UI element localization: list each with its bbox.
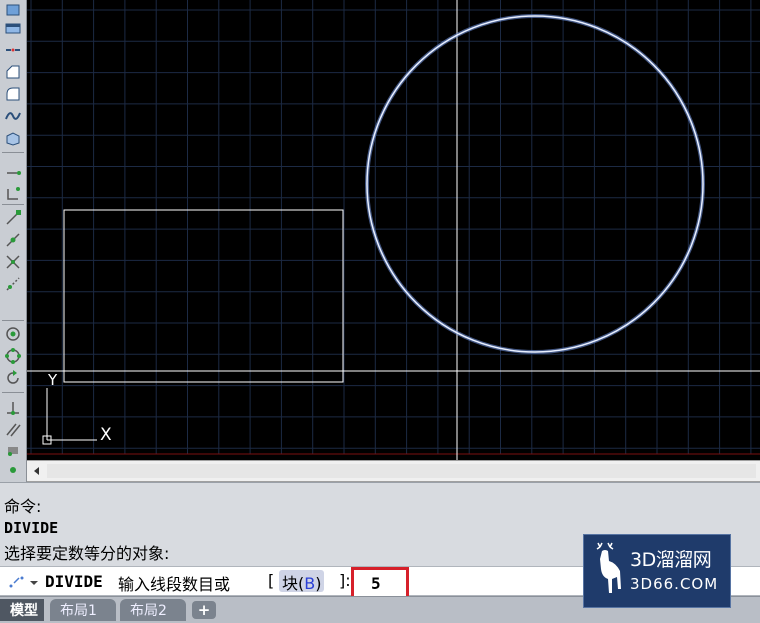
drawing-canvas: Y X — [27, 0, 760, 460]
perpendicular-snap-icon[interactable] — [3, 398, 23, 417]
tab-model[interactable]: 模型 — [0, 599, 44, 621]
extension-snap-icon[interactable] — [3, 274, 23, 293]
toolbar-separator — [2, 152, 24, 153]
ucs-x-label: X — [100, 425, 112, 445]
tangent-snap-icon[interactable] — [3, 368, 23, 387]
intersection-snap-icon[interactable] — [3, 252, 23, 271]
toolbar-separator — [2, 320, 24, 321]
spline-tool-icon[interactable] — [3, 106, 23, 125]
command-customize-icon[interactable] — [6, 573, 40, 591]
toolbar-separator — [2, 392, 24, 393]
drawing-viewport[interactable]: Y X — [27, 0, 760, 460]
hatch-tool-icon[interactable] — [3, 18, 23, 37]
option-bracket-open: [ — [268, 571, 275, 590]
add-layout-button[interactable]: + — [192, 601, 216, 619]
scrollbar-thumb[interactable] — [47, 464, 756, 478]
node-snap-icon[interactable] — [3, 230, 23, 249]
history-line: 命令: — [4, 497, 42, 516]
insertion-snap-icon[interactable] — [3, 440, 23, 459]
chamfer-tool-icon[interactable] — [3, 62, 23, 81]
ucs-y-label: Y — [47, 371, 58, 389]
rectangle-tool-icon[interactable] — [3, 0, 23, 19]
tab-layout2[interactable]: 布局2 — [120, 599, 186, 621]
watermark-title: 3D溜溜网 — [630, 549, 712, 571]
draw-toolbar — [0, 0, 27, 482]
endpoint-snap-icon[interactable] — [3, 208, 23, 227]
center-snap-icon[interactable] — [3, 324, 23, 343]
active-command-name: DIVIDE — [45, 572, 103, 591]
watermark: 3D溜溜网 3D66.COM — [583, 534, 731, 608]
command-prompt: 输入线段数目或 — [118, 575, 231, 594]
nearest-snap-icon[interactable] — [3, 460, 23, 479]
circle-entity-glow — [365, 14, 705, 354]
3d-box-icon[interactable] — [3, 128, 23, 147]
measure-tool-icon[interactable] — [3, 184, 23, 203]
deer-logo-icon — [596, 542, 621, 593]
block-option-button[interactable]: 块(B) — [279, 570, 325, 593]
fillet-tool-icon[interactable] — [3, 84, 23, 103]
rectangle-entity[interactable] — [63, 209, 344, 383]
scroll-left-arrow-icon[interactable] — [31, 465, 43, 477]
point-tool-icon[interactable] — [3, 162, 23, 181]
horizontal-scrollbar[interactable] — [27, 460, 760, 482]
history-line: 选择要定数等分的对象: — [4, 544, 170, 563]
tab-layout1[interactable]: 布局1 — [50, 599, 116, 621]
option-label: 块( — [282, 574, 305, 593]
quadrant-snap-icon[interactable] — [3, 346, 23, 365]
option-key: B — [304, 574, 316, 593]
toolbar-separator — [2, 204, 24, 205]
option-bracket-close: ]: — [339, 571, 351, 590]
parallel-snap-icon[interactable] — [3, 420, 23, 439]
watermark-url: 3D66.COM — [630, 575, 719, 593]
drawing-grid — [27, 0, 760, 454]
break-tool-icon[interactable] — [3, 40, 23, 59]
history-line: DIVIDE — [4, 519, 59, 537]
option-end: ) — [315, 574, 322, 593]
